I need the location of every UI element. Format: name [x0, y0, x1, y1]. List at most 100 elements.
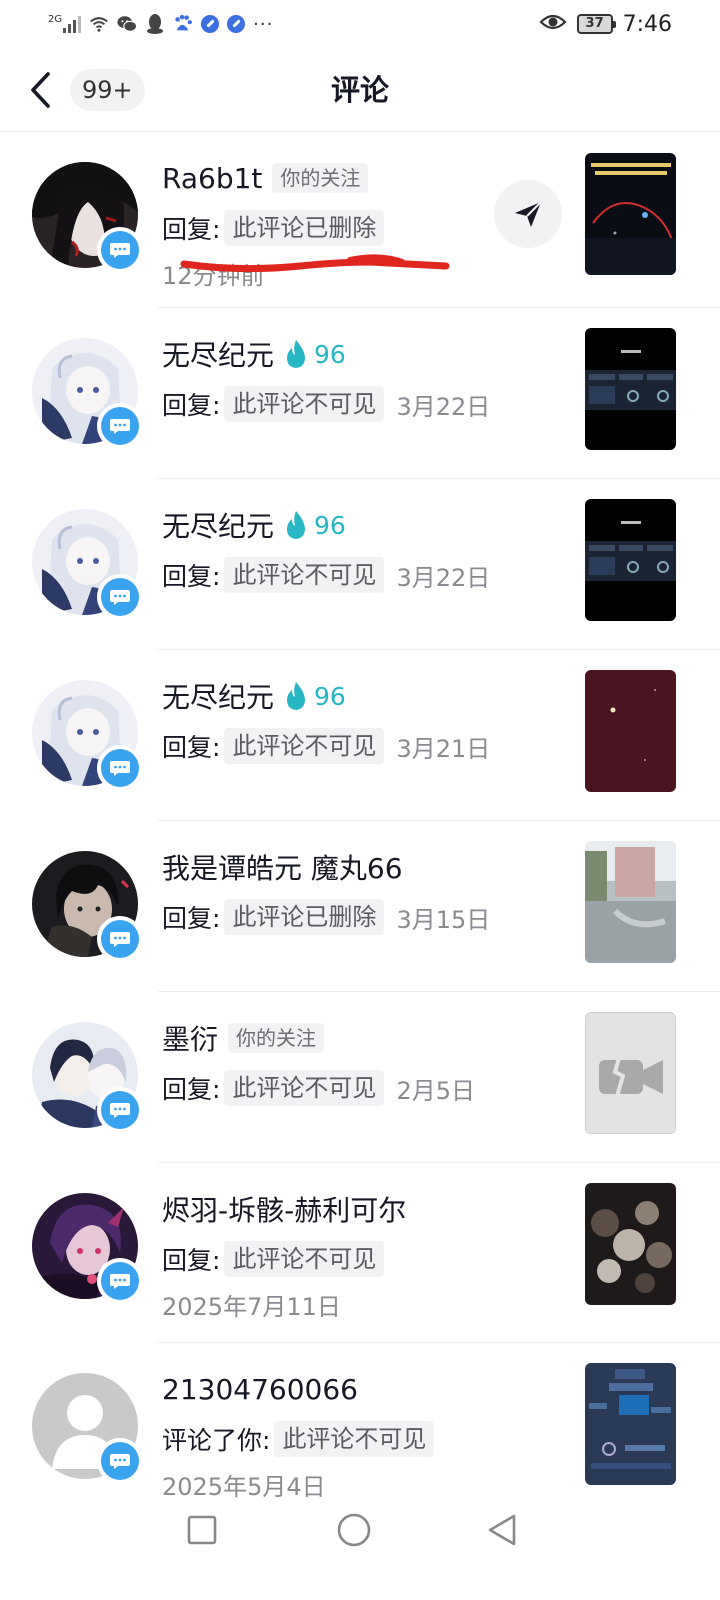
list-item[interactable]: 无尽纪元 96 回复: 此评论不可见 3月22日	[0, 308, 720, 479]
reply-prefix: 回复:	[162, 1246, 221, 1275]
reply-prefix: 回复:	[162, 733, 221, 762]
name-line: 无尽纪元 96	[162, 334, 346, 374]
wechat-icon	[117, 14, 138, 34]
name-line: 21304760066	[162, 1369, 358, 1409]
reply-date: 2月5日	[396, 1076, 475, 1105]
video-thumbnail[interactable]	[585, 1183, 676, 1305]
reply-line: 回复: 此评论已删除 3月15日	[162, 897, 490, 937]
comment-list: Ra6b1t 你的关注 回复: 此评论已删除 12分钟前 无尽纪元 96 回复:…	[0, 132, 720, 1513]
reply-line: 回复: 此评论不可见	[162, 1239, 385, 1279]
network-type: 2G	[48, 14, 63, 25]
recents-button[interactable]	[182, 1510, 222, 1550]
battery-icon: 37	[576, 14, 616, 34]
reply-text: 此评论已删除	[224, 899, 385, 935]
timestamp: 2025年7月11日	[162, 1293, 341, 1321]
list-item[interactable]: 无尽纪元 96 回复: 此评论不可见 3月21日	[0, 650, 720, 821]
username[interactable]: 烬羽-坼骸-赫利可尔	[162, 1189, 406, 1229]
list-item[interactable]: 21304760066 评论了你: 此评论不可见 2025年5月4日	[0, 1343, 720, 1513]
fire-icon	[287, 682, 306, 710]
fire-icon	[287, 511, 306, 539]
back-nav-button[interactable]	[482, 1510, 522, 1550]
reply-text: 此评论不可见	[224, 557, 385, 593]
username[interactable]: 21304760066	[162, 1373, 358, 1406]
chat-bubble-icon	[110, 590, 130, 605]
reply-date: 3月21日	[396, 734, 491, 763]
reply-prefix: 回复:	[162, 391, 221, 420]
message-badge	[97, 403, 143, 449]
app-icon	[227, 15, 246, 33]
username[interactable]: 无尽纪元	[162, 505, 274, 545]
page-title: 评论	[330, 73, 389, 107]
fire-icon	[287, 340, 306, 368]
share-button[interactable]	[494, 180, 562, 248]
reply-text: 此评论不可见	[224, 728, 385, 764]
baidu-icon	[173, 14, 193, 34]
username[interactable]: 无尽纪元	[162, 334, 274, 374]
fire-count: 96	[314, 339, 346, 369]
chat-bubble-icon	[110, 1454, 130, 1469]
fire-count: 96	[314, 681, 346, 711]
list-item[interactable]: 墨衍 你的关注 回复: 此评论不可见 2月5日	[0, 992, 720, 1163]
reply-text: 此评论不可见	[224, 1241, 385, 1277]
name-line: Ra6b1t 你的关注	[162, 158, 369, 198]
video-thumbnail[interactable]	[585, 328, 676, 450]
status-bar-right: 37 7:46	[539, 8, 672, 40]
signal-icon: 2G	[48, 14, 82, 33]
header: 99+ 评论	[0, 48, 720, 132]
list-item[interactable]: 无尽纪元 96 回复: 此评论不可见 3月22日	[0, 479, 720, 650]
message-badge	[97, 1258, 143, 1304]
reply-line: 回复: 此评论不可见 3月22日	[162, 555, 490, 595]
username[interactable]: 我是谭皓元 魔丸66	[162, 847, 403, 887]
reply-prefix: 回复:	[162, 562, 221, 591]
reply-line: 回复: 此评论不可见 3月21日	[162, 726, 490, 766]
fire-count: 96	[314, 510, 346, 540]
status-bar: 2G ··· 37 7:46	[0, 0, 720, 48]
fire-badge: 96	[284, 339, 346, 369]
name-line: 墨衍 你的关注	[162, 1018, 325, 1058]
qq-icon	[145, 14, 165, 34]
username[interactable]: 墨衍	[162, 1018, 218, 1058]
home-button[interactable]	[334, 1510, 374, 1550]
timestamp: 12分钟前	[162, 262, 265, 290]
video-thumbnail[interactable]	[585, 499, 676, 621]
chat-bubble-icon	[110, 761, 130, 776]
name-line: 无尽纪元 96	[162, 505, 346, 545]
fire-badge: 96	[284, 681, 346, 711]
username[interactable]: 无尽纪元	[162, 676, 274, 716]
reply-line: 回复: 此评论已删除	[162, 208, 385, 248]
chat-bubble-icon	[110, 1103, 130, 1118]
clock: 7:46	[622, 11, 672, 37]
reply-text: 此评论不可见	[274, 1421, 435, 1457]
video-thumbnail[interactable]	[585, 1012, 676, 1134]
reply-prefix: 回复:	[162, 215, 221, 244]
send-icon	[515, 201, 542, 227]
message-badge	[97, 227, 143, 273]
reply-text: 此评论不可见	[224, 1070, 385, 1106]
message-badge	[97, 916, 143, 962]
square-icon	[187, 1515, 217, 1545]
eye-icon	[539, 12, 567, 36]
app-icon	[201, 15, 220, 33]
username[interactable]: Ra6b1t	[162, 162, 262, 195]
following-tag: 你的关注	[272, 163, 369, 193]
name-line: 无尽纪元 96	[162, 676, 346, 716]
list-item[interactable]: 烬羽-坼骸-赫利可尔 回复: 此评论不可见 2025年7月11日	[0, 1163, 720, 1343]
reply-line: 评论了你: 此评论不可见	[162, 1419, 435, 1459]
message-badge	[97, 745, 143, 791]
list-item[interactable]: 我是谭皓元 魔丸66 回复: 此评论已删除 3月15日	[0, 821, 720, 992]
message-badge	[97, 1438, 143, 1484]
reply-line: 回复: 此评论不可见 3月22日	[162, 384, 490, 424]
chat-bubble-icon	[110, 932, 130, 947]
reply-date: 3月22日	[396, 392, 491, 421]
video-thumbnail[interactable]	[585, 670, 676, 792]
video-thumbnail[interactable]	[585, 1363, 676, 1485]
video-thumbnail[interactable]	[585, 153, 676, 275]
message-badge	[97, 574, 143, 620]
chat-bubble-icon	[110, 1274, 130, 1289]
video-thumbnail[interactable]	[585, 841, 676, 963]
reply-prefix: 回复:	[162, 1075, 221, 1104]
wifi-icon	[89, 14, 109, 34]
reply-date: 3月15日	[396, 905, 491, 934]
list-item[interactable]: Ra6b1t 你的关注 回复: 此评论已删除 12分钟前	[0, 132, 720, 308]
fire-badge: 96	[284, 510, 346, 540]
